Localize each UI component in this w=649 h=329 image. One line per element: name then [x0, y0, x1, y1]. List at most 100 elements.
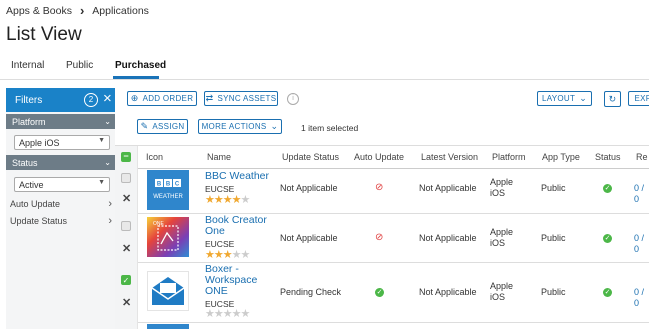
rating-stars: ★★★★★	[205, 248, 251, 261]
update-status: Not Applicable	[280, 233, 338, 243]
table-row[interactable]: ✕ B B C WEATHER BBC Weather EUCSE ★★★★★ …	[115, 167, 649, 214]
page-title: List View	[6, 24, 82, 45]
column-header[interactable]: Auto Update	[354, 152, 404, 162]
platform-select-value: Apple iOS	[19, 137, 60, 148]
status-select-value: Active	[19, 179, 44, 190]
star-empty-icon: ★	[240, 194, 250, 206]
row-select-cell	[115, 322, 138, 329]
row-select-cell	[115, 262, 138, 322]
sync-assets-label: SYNC ASSETS	[217, 94, 277, 103]
add-order-label: ADD ORDER	[142, 94, 194, 103]
blocked-icon: ⊘	[375, 182, 384, 193]
filter-item-label: Auto Update	[10, 199, 61, 209]
filter-section-label: Status	[12, 157, 38, 168]
export-button[interactable]: EXP	[628, 91, 649, 106]
edit-icon: ✎	[140, 121, 149, 131]
tab-internal[interactable]: Internal	[11, 60, 44, 71]
rating-stars: ★★★★★	[205, 193, 250, 206]
latest-version: Not Applicable	[419, 287, 477, 297]
close-icon[interactable]: ×	[103, 90, 112, 108]
select-all-checkbox[interactable]: −	[121, 152, 131, 162]
export-label: EXP	[634, 94, 649, 103]
latest-version: Not Applicable	[419, 233, 477, 243]
close-icon[interactable]: ✕	[122, 296, 131, 309]
blocked-icon: ⊘	[375, 232, 384, 243]
assign-label: ASSIGN	[152, 122, 185, 131]
platform: Apple iOS	[490, 281, 514, 302]
table-row[interactable]	[115, 322, 649, 329]
tab-divider	[0, 79, 649, 80]
platform: Apple iOS	[490, 227, 514, 248]
column-header[interactable]: Latest Version	[421, 152, 478, 162]
app-type: Public	[541, 183, 566, 193]
filters-title: Filters	[15, 94, 43, 106]
assignment-link[interactable]: 0 / 0	[634, 287, 649, 309]
svg-text:B: B	[166, 182, 171, 188]
star-empty-icon: ★★	[231, 249, 251, 261]
close-icon[interactable]: ✕	[122, 242, 131, 255]
chevron-right-icon: ›	[108, 198, 112, 210]
filters-header: Filters 2 ×	[6, 88, 115, 112]
refresh-icon: ↻	[608, 93, 617, 104]
breadcrumb: Apps & Books › Applications	[6, 4, 149, 17]
chevron-down-icon: ⌄	[104, 158, 111, 167]
assignment-link[interactable]: 0 / 0	[634, 183, 649, 205]
book-creator-logo: ONE	[147, 217, 189, 257]
selection-count: 1 item selected	[301, 123, 359, 133]
app-name-link[interactable]: Book Creator One	[205, 215, 275, 237]
rating-stars: ★★★★★	[205, 307, 250, 320]
filter-section-status[interactable]: Status ⌄	[6, 155, 115, 170]
more-actions-label: MORE ACTIONS	[201, 122, 267, 131]
chevron-down-icon: ⌄	[270, 121, 279, 131]
status-select[interactable]: Active ▼	[14, 177, 110, 192]
caret-down-icon: ▼	[98, 137, 105, 144]
shuffle-icon: ⇄	[205, 93, 214, 103]
table-row[interactable]: ✓ ✕ Boxer - Workspace ONE EUCSE ★★★★★ Pe…	[115, 262, 649, 323]
svg-text:WEATHER: WEATHER	[153, 194, 183, 200]
close-icon[interactable]: ✕	[122, 192, 131, 205]
refresh-button[interactable]: ↻	[604, 91, 621, 107]
tab-bar: Internal Public Purchased	[0, 60, 649, 79]
tab-public[interactable]: Public	[66, 60, 93, 71]
caret-down-icon: ▼	[98, 179, 105, 186]
update-status: Pending Check	[280, 287, 342, 297]
more-actions-button[interactable]: MORE ACTIONS ⌄	[198, 119, 282, 134]
layout-button[interactable]: LAYOUT ⌄	[537, 91, 592, 106]
layout-label: LAYOUT	[541, 94, 576, 103]
row-checkbox-checked[interactable]: ✓	[121, 275, 131, 285]
filter-item-update-status[interactable]: Update Status ›	[10, 215, 112, 227]
platform: Apple iOS	[490, 177, 514, 198]
app-name-link[interactable]: BBC Weather	[205, 171, 275, 182]
add-order-button[interactable]: ⊕ ADD ORDER	[127, 91, 197, 106]
column-header[interactable]: Re	[636, 152, 648, 162]
status-check-icon: ✓	[603, 234, 612, 243]
column-header[interactable]: Name	[207, 152, 231, 162]
latest-version: Not Applicable	[419, 183, 477, 193]
filter-section-label: Platform	[12, 116, 46, 127]
update-status: Not Applicable	[280, 183, 338, 193]
star-icon: ★★★★	[205, 194, 241, 206]
svg-text:ONE: ONE	[153, 221, 165, 227]
sync-assets-button[interactable]: ⇄ SYNC ASSETS	[204, 91, 278, 106]
info-icon[interactable]: i	[287, 93, 299, 105]
tab-purchased[interactable]: Purchased	[115, 60, 166, 71]
status-check-icon: ✓	[603, 184, 612, 193]
status-check-icon: ✓	[603, 288, 612, 297]
column-header[interactable]: Status	[595, 152, 621, 162]
app-name-link[interactable]: Boxer - Workspace ONE	[205, 264, 275, 297]
assign-button[interactable]: ✎ ASSIGN	[137, 119, 188, 134]
row-checkbox[interactable]	[121, 173, 131, 183]
table-row[interactable]: ✕ ONE Book Creator One EUCSE ★★★★★ Not A…	[115, 213, 649, 263]
column-header[interactable]: Platform	[492, 152, 526, 162]
filter-section-platform[interactable]: Platform ⌄	[6, 114, 115, 129]
column-header[interactable]: App Type	[542, 152, 580, 162]
app-type: Public	[541, 233, 566, 243]
assignment-link[interactable]: 0 / 0	[634, 233, 649, 255]
column-header[interactable]: Update Status	[282, 152, 339, 162]
filter-item-auto-update[interactable]: Auto Update ›	[10, 198, 112, 210]
star-empty-icon: ★★★★★	[205, 308, 250, 320]
row-checkbox[interactable]	[121, 221, 131, 231]
svg-text:B: B	[157, 182, 162, 188]
platform-select[interactable]: Apple iOS ▼	[14, 135, 110, 150]
breadcrumb-parent[interactable]: Apps & Books	[6, 5, 72, 17]
